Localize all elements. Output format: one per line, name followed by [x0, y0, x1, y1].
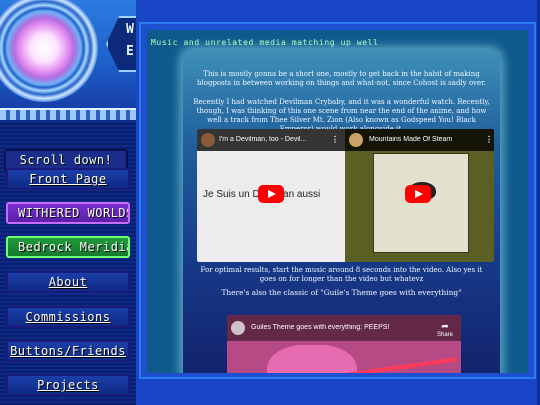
share-icon: ➦: [441, 321, 449, 331]
video-embed-devilman[interactable]: I'm a Devilman, too - Devil... ⋮ Je Suis…: [197, 129, 494, 262]
logo-letter: E: [126, 44, 134, 59]
channel-avatar-icon[interactable]: [231, 321, 245, 335]
nav-projects[interactable]: Projects: [6, 374, 130, 396]
marquee-strip: [0, 108, 136, 122]
channel-avatar-icon[interactable]: [349, 133, 363, 147]
video-topbar: Mountains Made Of Steam ⋮: [345, 129, 494, 151]
nav-label: Scroll down!: [19, 153, 113, 167]
nav-commissions[interactable]: Commissions: [6, 306, 130, 328]
post-paragraph: There's also the classic of "Guile's The…: [221, 288, 462, 297]
video-topbar: I'm a Devilman, too - Devil... ⋮: [197, 129, 345, 151]
more-options-icon[interactable]: ⋮: [485, 135, 493, 144]
site-banner: W E: [0, 0, 136, 108]
nav-about[interactable]: About: [6, 271, 130, 293]
album-art: [373, 153, 469, 253]
blog-post: This is mostly gonna be a short one, mos…: [183, 50, 500, 373]
post-title: Music and unrelated media matching up we…: [151, 38, 379, 47]
video-title[interactable]: I'm a Devilman, too - Devil...: [219, 136, 319, 143]
share-button[interactable]: ➦ Share: [437, 321, 453, 338]
logo-letter: W: [126, 22, 134, 37]
more-options-icon[interactable]: ⋮: [331, 135, 339, 144]
video-embed-guile[interactable]: Guiles Theme goes with everything: PEEPS…: [227, 315, 461, 373]
share-label: Share: [436, 332, 453, 338]
channel-avatar-icon[interactable]: [201, 133, 215, 147]
sidebar: W E Scroll down! Front Page WITHERED WOR…: [0, 0, 136, 405]
nav-buttons-friends[interactable]: Buttons/Friends: [6, 340, 130, 362]
nav-label: Commissions: [25, 310, 111, 324]
video-title[interactable]: Mountains Made Of Steam: [369, 136, 481, 143]
post-paragraph: For optimal results, start the music aro…: [200, 266, 483, 283]
nav-label: Projects: [37, 378, 99, 392]
post-paragraph: This is mostly gonna be a short one, mos…: [197, 70, 486, 87]
content-window: Music and unrelated media matching up we…: [139, 22, 536, 379]
nav-label: WITHERED WORLDS: [18, 206, 130, 220]
nav-label: Buttons/Friends: [10, 344, 126, 358]
content-frame[interactable]: Music and unrelated media matching up we…: [147, 30, 528, 373]
video-title[interactable]: Guiles Theme goes with everything: PEEPS…: [251, 324, 421, 331]
video-thumbnail-art: [267, 345, 357, 373]
nav-label: Bedrock Meridian: [18, 240, 130, 254]
laser-beam-graphic: [347, 357, 457, 373]
nav-front-page[interactable]: Front Page: [6, 168, 130, 190]
video-topbar: Guiles Theme goes with everything: PEEPS…: [227, 315, 461, 341]
play-button-icon[interactable]: [258, 185, 284, 203]
nav-bedrock-meridian[interactable]: Bedrock Meridian: [6, 236, 130, 258]
play-button-icon[interactable]: [405, 185, 431, 203]
orb-logo-icon: [0, 0, 98, 102]
nav-label: Front Page: [29, 172, 107, 186]
nav-label: About: [48, 275, 88, 289]
nav-withered-worlds[interactable]: WITHERED WORLDS: [6, 202, 130, 224]
